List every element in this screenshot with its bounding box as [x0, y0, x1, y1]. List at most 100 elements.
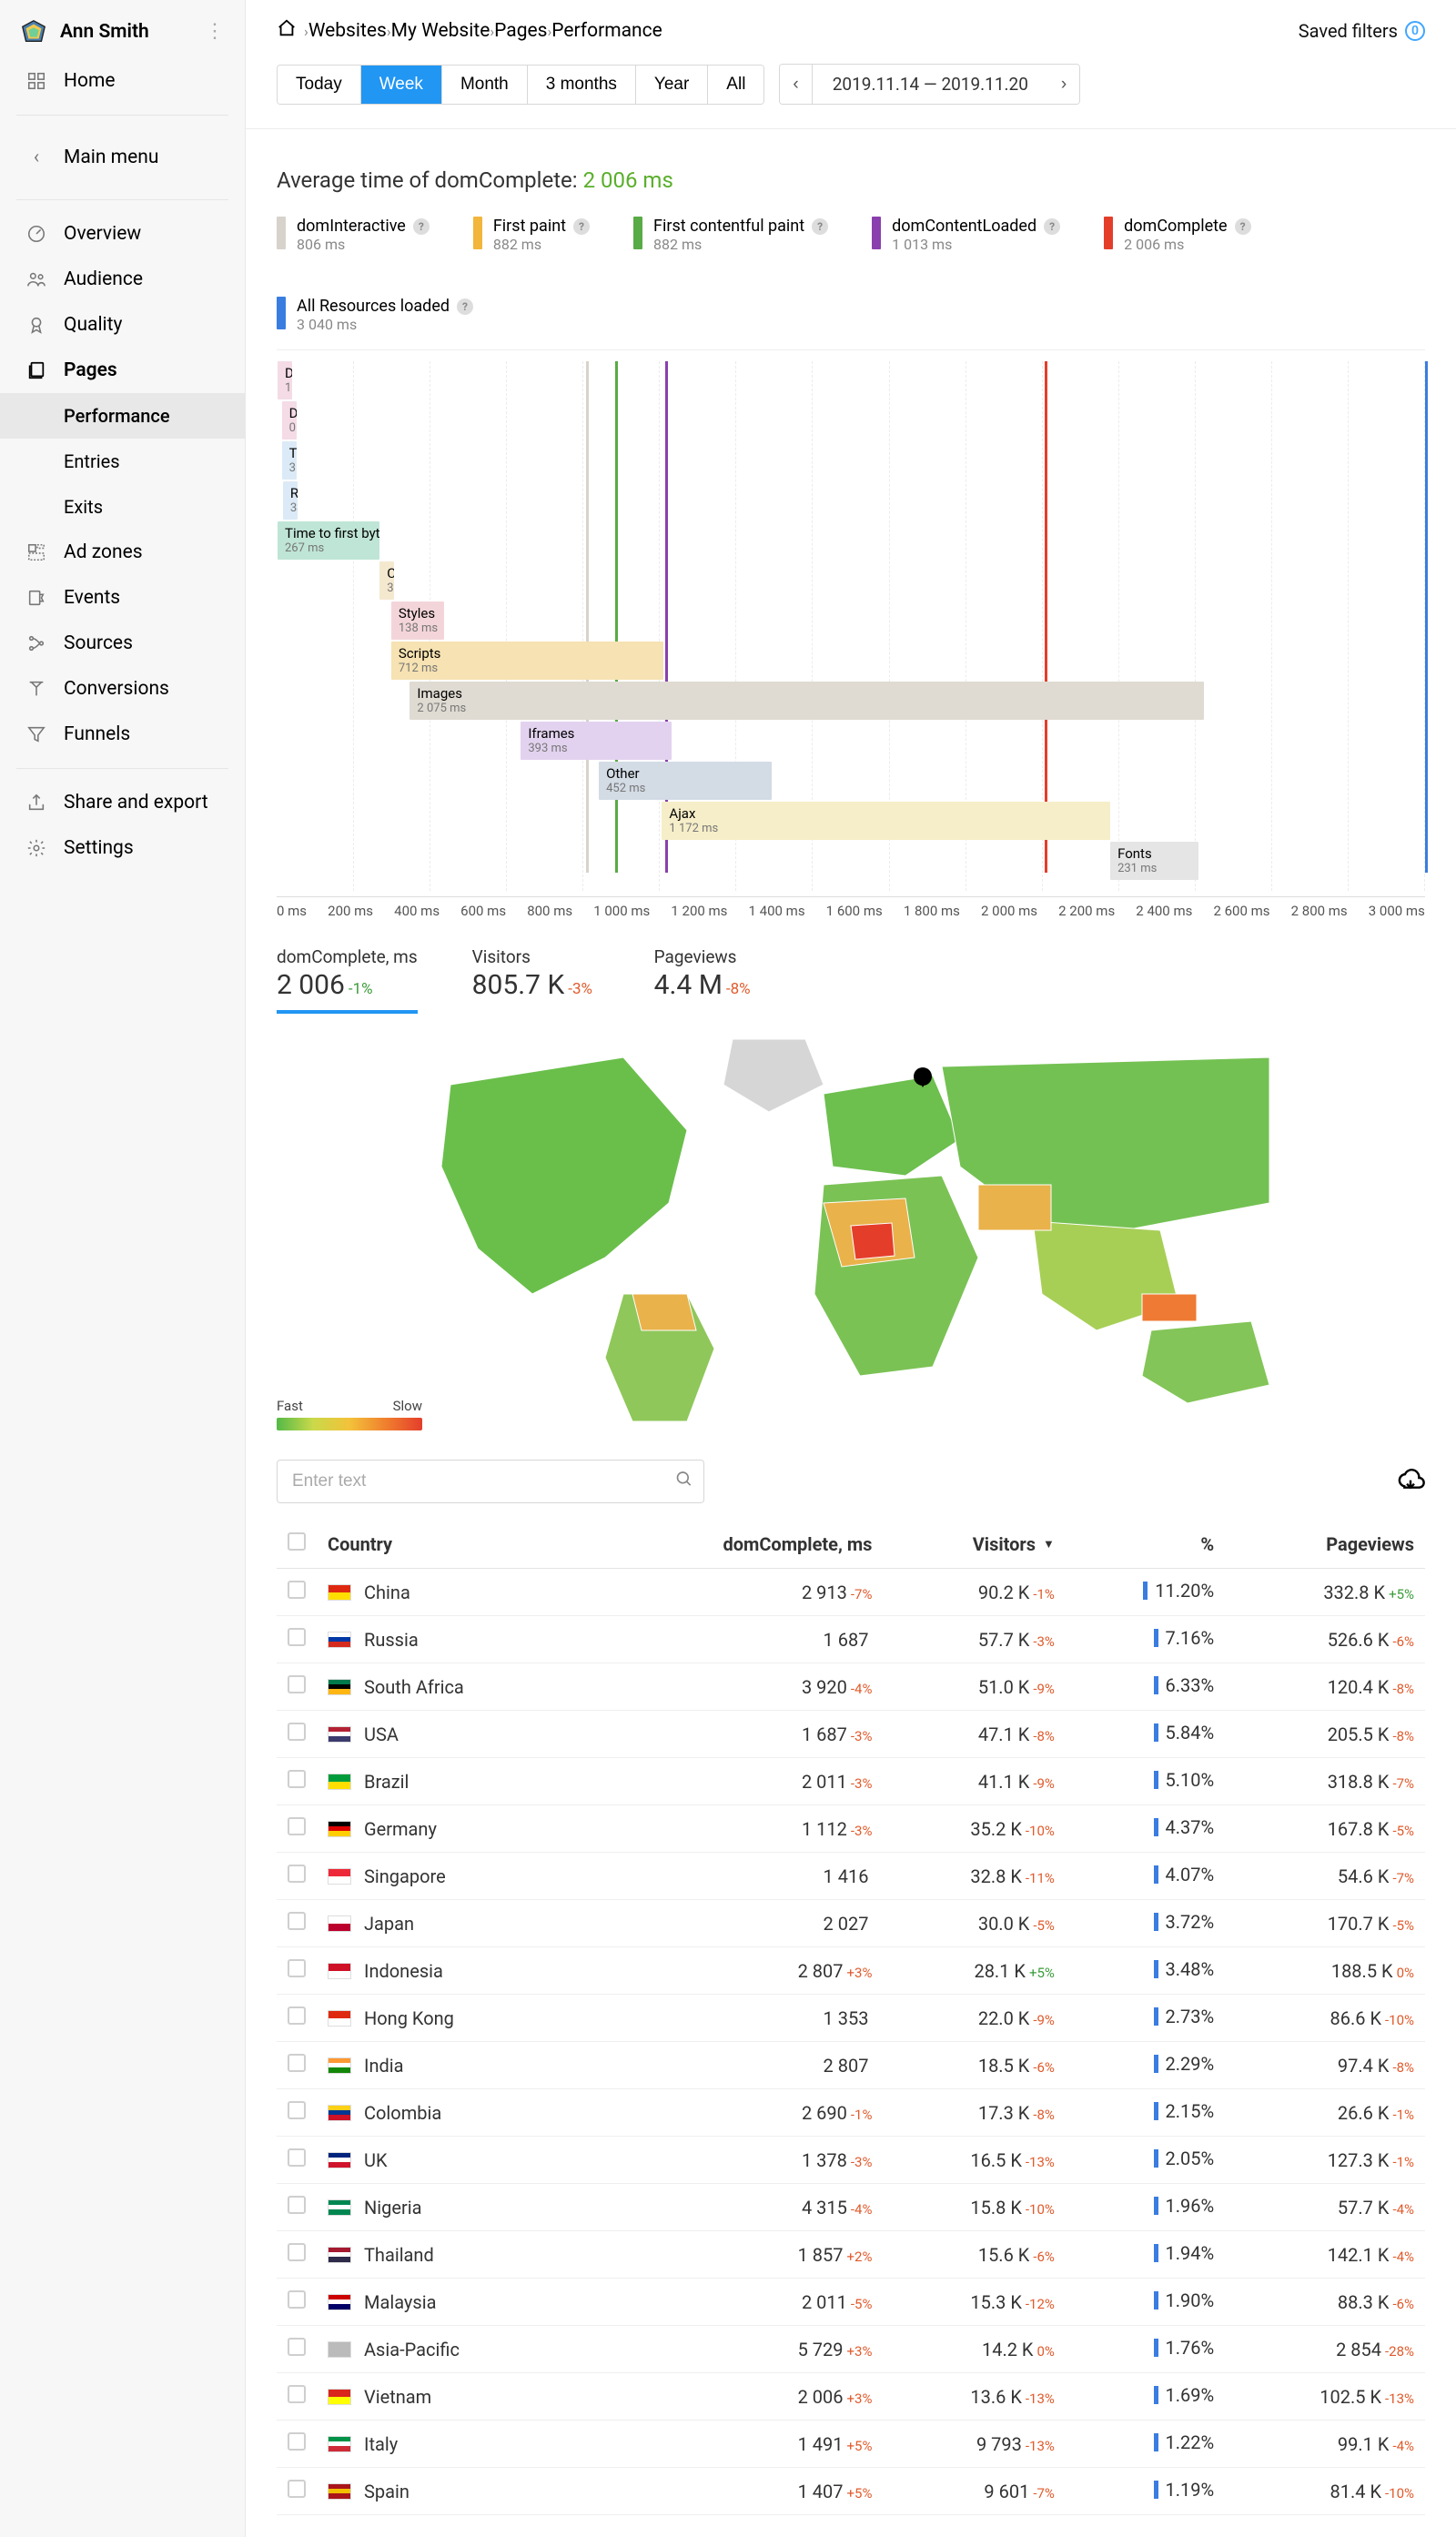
row-checkbox[interactable]	[288, 1912, 306, 1930]
wf-bar-tcp-connect[interactable]: TCP Connect3 ms	[282, 441, 297, 480]
table-row[interactable]: UK 1 378-3% 16.5 K-13% 2.05% 127.3 K-1%	[277, 2137, 1425, 2184]
wf-bar-time-to-first-byte[interactable]: Time to first byte267 ms	[278, 521, 379, 560]
help-icon[interactable]: ?	[573, 218, 590, 235]
sidebar-item-conversions[interactable]: Conversions	[0, 666, 245, 712]
date-range[interactable]: 2019.11.14 — 2019.11.20	[813, 65, 1048, 104]
legend-domcontentloaded[interactable]: domContentLoaded? 1 013 ms	[872, 217, 1060, 253]
sidebar-item-sources[interactable]: Sources	[0, 621, 245, 666]
table-row[interactable]: Thailand 1 857+2% 15.6 K-6% 1.94% 142.1 …	[277, 2231, 1425, 2279]
wf-bar-content-download[interactable]: Content download30 ms	[379, 561, 394, 600]
search-field[interactable]	[277, 1460, 704, 1503]
row-checkbox[interactable]	[288, 1675, 306, 1693]
crumb-pages[interactable]: Pages	[494, 20, 547, 42]
search-input[interactable]	[277, 1460, 704, 1503]
wf-bar-iframes[interactable]: Iframes393 ms	[521, 722, 671, 760]
period-all[interactable]: All	[708, 66, 763, 104]
table-row[interactable]: China 2 913-7% 90.2 K-1% 11.20% 332.8 K+…	[277, 1569, 1425, 1616]
sidebar-subitem-exits[interactable]: Exits	[0, 484, 245, 530]
row-checkbox[interactable]	[288, 2006, 306, 2025]
table-row[interactable]: South Africa 3 920-4% 51.0 K-9% 6.33% 12…	[277, 1663, 1425, 1711]
wf-bar-request[interactable]: Request33 ms	[283, 481, 298, 520]
table-row[interactable]: Singapore 1 416 32.8 K-11% 4.07% 54.6 K-…	[277, 1853, 1425, 1900]
nav-home[interactable]: Home	[0, 58, 245, 104]
col-country[interactable]: Country	[317, 1520, 589, 1569]
period-3-months[interactable]: 3 months	[528, 66, 636, 104]
col--[interactable]: %	[1066, 1520, 1225, 1569]
col-domcomplete-ms[interactable]: domComplete, ms	[589, 1520, 883, 1569]
row-checkbox[interactable]	[288, 2480, 306, 2498]
saved-filters[interactable]: Saved filters 0	[1299, 20, 1425, 42]
table-row[interactable]: Brazil 2 011-3% 41.1 K-9% 5.10% 318.8 K-…	[277, 1758, 1425, 1805]
col-pageviews[interactable]: Pageviews	[1225, 1520, 1425, 1569]
row-checkbox[interactable]	[288, 1723, 306, 1741]
row-checkbox[interactable]	[288, 1959, 306, 1977]
legend-domcomplete[interactable]: domComplete? 2 006 ms	[1104, 217, 1250, 253]
legend-dominteractive[interactable]: domInteractive? 806 ms	[277, 217, 430, 253]
row-checkbox[interactable]	[288, 2432, 306, 2451]
sidebar-item-funnels[interactable]: Funnels	[0, 712, 245, 757]
row-checkbox[interactable]	[288, 1628, 306, 1646]
row-checkbox[interactable]	[288, 2196, 306, 2214]
col-visitors[interactable]: Visitors▼	[883, 1520, 1065, 1569]
wf-bar-domain-lookup[interactable]: Domain Lookup0 ms	[282, 401, 297, 440]
table-row[interactable]: Colombia 2 690-1% 17.3 K-8% 2.15% 26.6 K…	[277, 2089, 1425, 2137]
row-checkbox[interactable]	[288, 1865, 306, 1883]
period-today[interactable]: Today	[278, 66, 361, 104]
sidebar-item-quality[interactable]: Quality	[0, 302, 245, 348]
sidebar-item-events[interactable]: Events	[0, 575, 245, 621]
help-icon[interactable]: ?	[1235, 218, 1251, 235]
table-row[interactable]: India 2 807 18.5 K-6% 2.29% 97.4 K-8%	[277, 2042, 1425, 2089]
sidebar-item-overview[interactable]: Overview	[0, 211, 245, 257]
row-checkbox[interactable]	[288, 2054, 306, 2072]
wf-bar-fonts[interactable]: Fonts231 ms	[1110, 842, 1198, 880]
period-year[interactable]: Year	[636, 66, 708, 104]
table-row[interactable]: Russia 1 687 57.7 K-3% 7.16% 526.6 K-6%	[277, 1616, 1425, 1663]
table-row[interactable]: Malaysia 2 011-5% 15.3 K-12% 1.90% 88.3 …	[277, 2279, 1425, 2326]
legend-first-paint[interactable]: First paint? 882 ms	[473, 217, 590, 253]
period-week[interactable]: Week	[361, 66, 442, 104]
table-row[interactable]: Hong Kong 1 353 22.0 K-9% 2.73% 86.6 K-1…	[277, 1995, 1425, 2042]
sidebar-subitem-entries[interactable]: Entries	[0, 439, 245, 484]
help-icon[interactable]: ?	[413, 218, 430, 235]
sidebar-item-settings[interactable]: Settings	[0, 825, 245, 871]
row-checkbox[interactable]	[288, 1581, 306, 1599]
summary-domcomplete-ms[interactable]: domComplete, ms2 006-1%	[277, 946, 418, 1014]
wf-bar-scripts[interactable]: Scripts712 ms	[391, 642, 663, 680]
crumb-websites[interactable]: Websites	[308, 20, 387, 42]
wf-bar-other[interactable]: Other452 ms	[599, 762, 772, 800]
row-checkbox[interactable]	[288, 2290, 306, 2309]
wf-bar-ajax[interactable]: Ajax1 172 ms	[662, 802, 1110, 840]
table-row[interactable]: Japan 2 027 30.0 K-5% 3.72% 170.7 K-5%	[277, 1900, 1425, 1947]
summary-pageviews[interactable]: Pageviews4.4 M-8%	[654, 946, 782, 1014]
row-checkbox[interactable]	[288, 2243, 306, 2261]
wf-bar-styles[interactable]: Styles138 ms	[391, 601, 444, 640]
download-icon[interactable]	[1396, 1467, 1425, 1496]
row-checkbox[interactable]	[288, 2385, 306, 2403]
table-row[interactable]: Germany 1 112-3% 35.2 K-10% 4.37% 167.8 …	[277, 1805, 1425, 1853]
period-month[interactable]: Month	[442, 66, 528, 104]
sidebar-item-ad-zones[interactable]: Ad zones	[0, 530, 245, 575]
sidebar-item-audience[interactable]: Audience	[0, 257, 245, 302]
home-icon[interactable]	[277, 18, 297, 44]
row-checkbox[interactable]	[288, 2101, 306, 2119]
world-map[interactable]: FastSlow	[277, 1021, 1425, 1440]
date-next[interactable]: ›	[1048, 65, 1079, 104]
table-row[interactable]: Italy 1 491+5% 9 793-13% 1.22% 99.1 K-4%	[277, 2421, 1425, 2468]
table-row[interactable]: Nigeria 4 315-4% 15.8 K-10% 1.96% 57.7 K…	[277, 2184, 1425, 2231]
select-all-checkbox[interactable]	[288, 1532, 306, 1551]
row-checkbox[interactable]	[288, 1817, 306, 1835]
row-checkbox[interactable]	[288, 2338, 306, 2356]
row-checkbox[interactable]	[288, 1770, 306, 1788]
table-row[interactable]: Spain 1 407+5% 9 601-7% 1.19% 81.4 K-10%	[277, 2468, 1425, 2515]
date-prev[interactable]: ‹	[780, 65, 812, 104]
help-icon[interactable]: ?	[812, 218, 828, 235]
row-checkbox[interactable]	[288, 2148, 306, 2167]
wf-bar-delay[interactable]: Delay11 ms	[278, 361, 292, 399]
table-row[interactable]: Indonesia 2 807+3% 28.1 K+5% 3.48% 188.5…	[277, 1947, 1425, 1995]
table-row[interactable]: USA 1 687-3% 47.1 K-8% 5.84% 205.5 K-8%	[277, 1711, 1425, 1758]
sidebar-item-pages[interactable]: Pages	[0, 348, 245, 393]
table-row[interactable]: Vietnam 2 006+3% 13.6 K-13% 1.69% 102.5 …	[277, 2373, 1425, 2421]
help-icon[interactable]: ?	[1044, 218, 1060, 235]
summary-visitors[interactable]: Visitors805.7 K-3%	[472, 946, 600, 1014]
sidebar-item-share-and-export[interactable]: Share and export	[0, 780, 245, 825]
